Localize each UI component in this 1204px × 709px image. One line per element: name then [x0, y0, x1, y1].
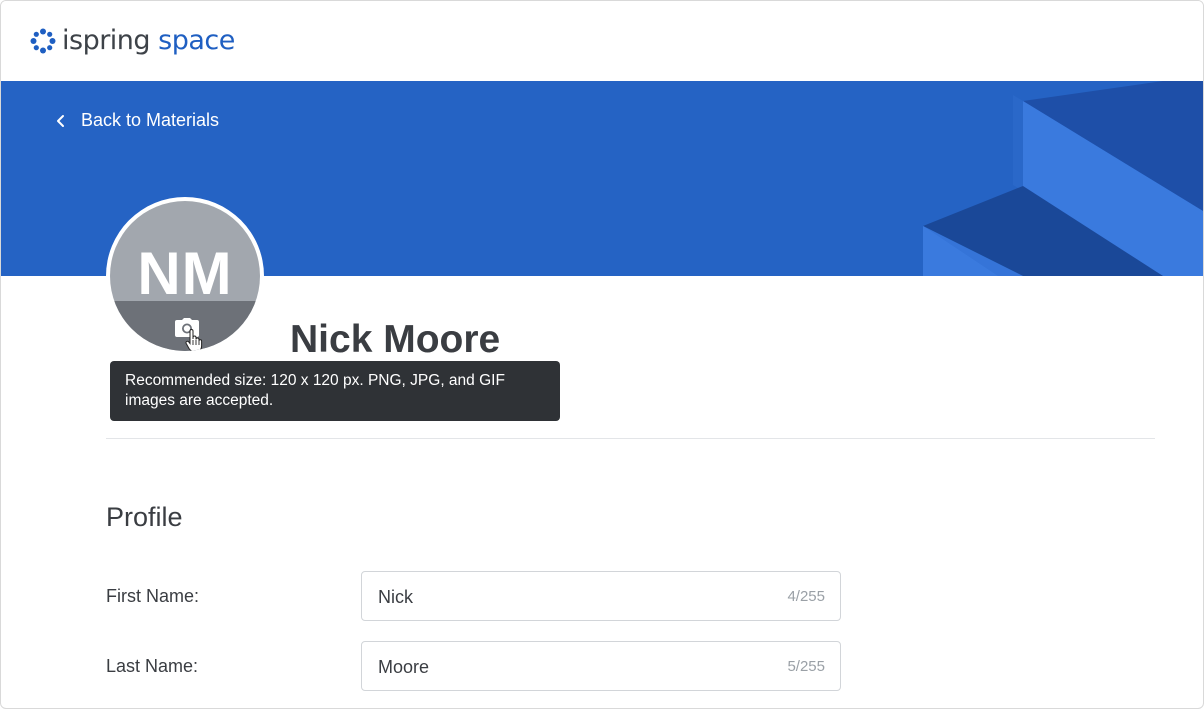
- avatar-circle: NM: [110, 201, 260, 351]
- user-full-name: Nick Moore: [290, 318, 501, 361]
- chevron-left-icon: [57, 114, 64, 127]
- last-name-value: Moore: [378, 657, 430, 677]
- avatar: NM: [106, 197, 264, 355]
- upload-photo-button[interactable]: [110, 301, 260, 351]
- first-name-input[interactable]: Nick 4/255: [361, 571, 841, 621]
- app-window: ispring space Back to Materials NM Nick …: [0, 0, 1204, 709]
- avatar-initials: NM: [137, 240, 233, 307]
- hand-cursor-icon: [185, 329, 203, 351]
- logo-text: ispring space: [62, 23, 235, 59]
- ispring-logo-icon: [30, 28, 56, 54]
- logo[interactable]: ispring space: [30, 23, 235, 59]
- section-divider: [106, 438, 1155, 439]
- last-name-label: Last Name:: [106, 656, 199, 676]
- first-name-char-count: 4/255: [787, 588, 825, 605]
- top-bar: ispring space: [1, 1, 1203, 81]
- back-to-materials-link[interactable]: Back to Materials: [53, 110, 219, 131]
- last-name-char-count: 5/255: [787, 658, 825, 675]
- back-link-label: Back to Materials: [81, 110, 220, 130]
- first-name-value: Nick: [378, 587, 413, 607]
- logo-word-ispring: ispring: [62, 25, 151, 56]
- banner-decoration: [923, 81, 1203, 276]
- profile-section-title: Profile: [106, 502, 183, 532]
- logo-word-space: space: [158, 25, 235, 56]
- avatar-upload-tooltip: Recommended size: 120 x 120 px. PNG, JPG…: [110, 361, 560, 421]
- first-name-label: First Name:: [106, 586, 200, 606]
- last-name-input[interactable]: Moore 5/255: [361, 641, 841, 691]
